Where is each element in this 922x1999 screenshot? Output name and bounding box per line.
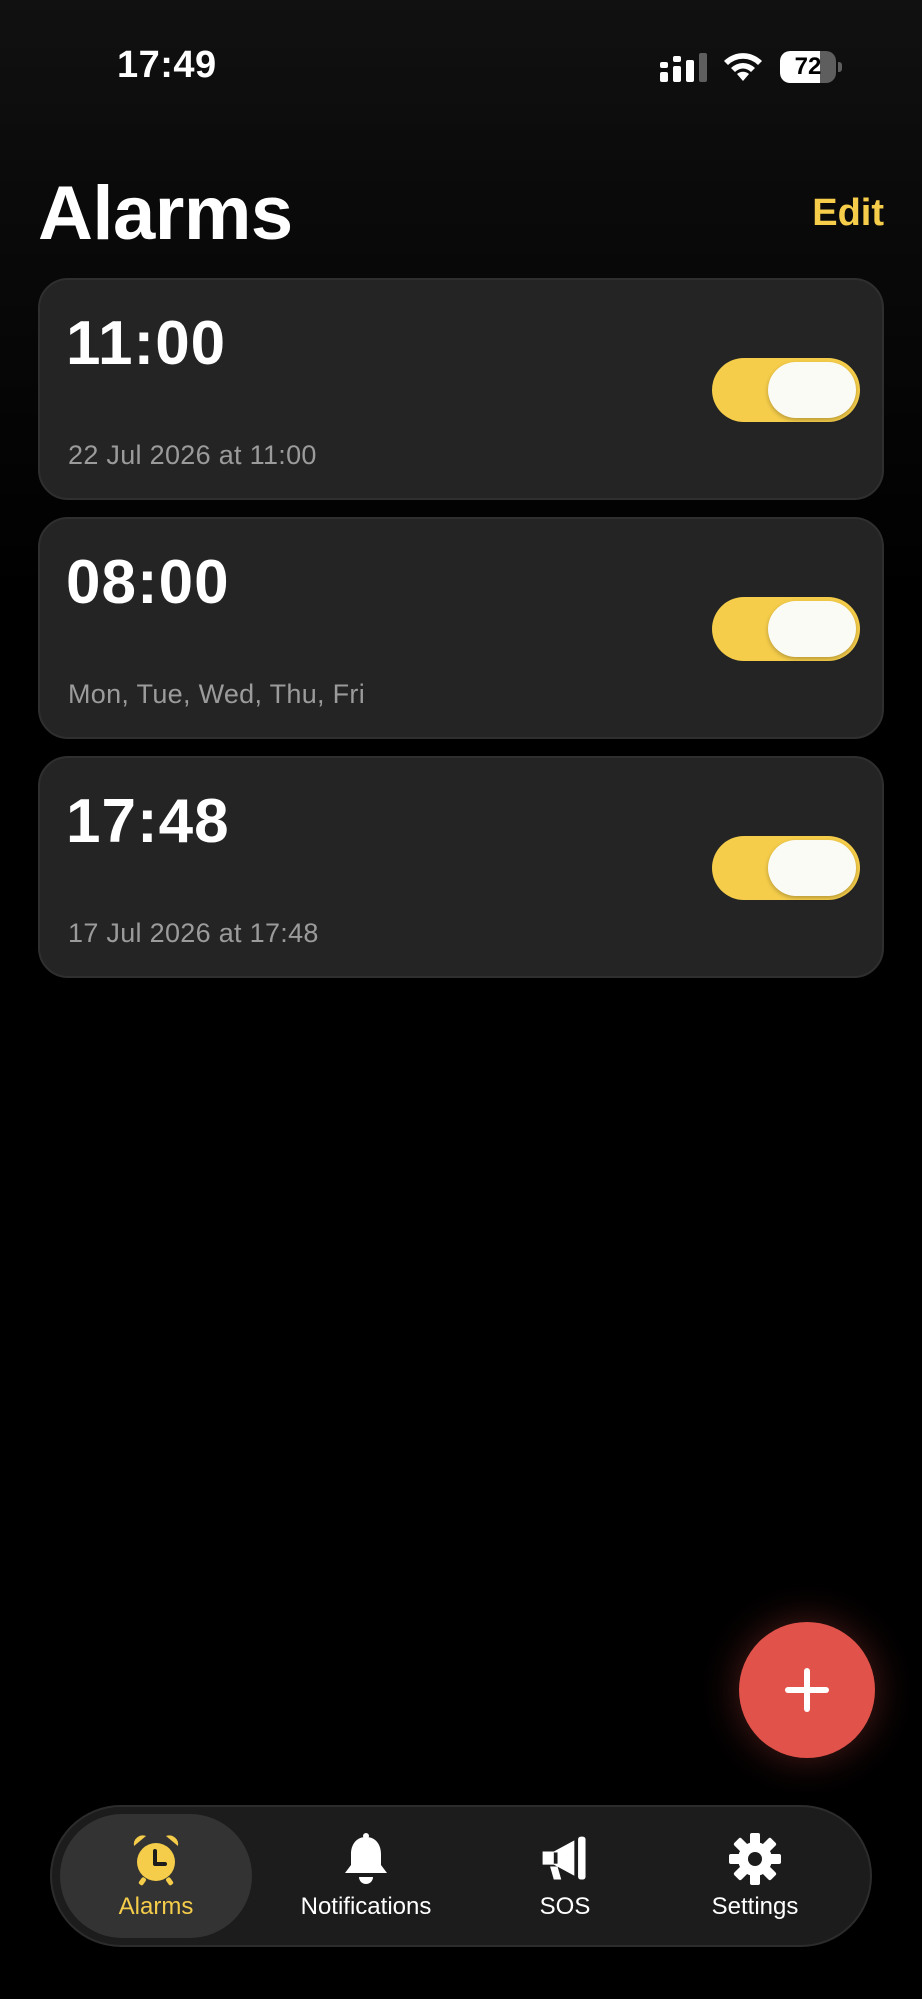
cellular-signal-icon <box>660 53 707 82</box>
tab-bar: Alarms Notifications SOS Settings <box>50 1805 872 1947</box>
alarms-screen: 17:49 72 Alarms Edit 11:00 22 Jul 2026 a… <box>0 0 922 1999</box>
status-time: 17:49 <box>117 44 217 86</box>
tab-label: Alarms <box>118 1893 194 1920</box>
alarm-toggle[interactable] <box>712 597 860 661</box>
alarm-clock-icon <box>133 1835 179 1886</box>
status-bar: 17:49 72 <box>0 0 922 130</box>
tab-sos[interactable]: SOS <box>480 1814 650 1938</box>
alarm-schedule: 22 Jul 2026 at 11:00 <box>68 440 317 470</box>
tab-alarms[interactable]: Alarms <box>60 1814 252 1938</box>
alarm-time: 17:48 <box>66 787 230 856</box>
toggle-knob <box>768 840 856 896</box>
alarm-schedule: Mon, Tue, Wed, Thu, Fri <box>68 679 366 709</box>
gear-icon <box>729 1833 781 1885</box>
toggle-knob <box>768 601 856 657</box>
battery-indicator: 72 <box>780 51 842 83</box>
tab-label: SOS <box>539 1893 591 1920</box>
alarm-card[interactable]: 11:00 22 Jul 2026 at 11:00 <box>38 278 884 500</box>
alarm-list: 11:00 22 Jul 2026 at 11:00 08:00 Mon, Tu… <box>38 278 884 995</box>
edit-button[interactable]: Edit <box>812 192 884 235</box>
alarm-toggle[interactable] <box>712 836 860 900</box>
megaphone-icon <box>542 1836 586 1880</box>
tab-label: Settings <box>711 1893 799 1920</box>
toggle-knob <box>768 362 856 418</box>
page-title: Alarms <box>38 171 293 256</box>
plus-icon <box>785 1668 829 1712</box>
tab-settings[interactable]: Settings <box>650 1814 860 1938</box>
alarm-toggle[interactable] <box>712 358 860 422</box>
bell-icon <box>345 1833 387 1884</box>
wifi-icon <box>724 53 762 81</box>
battery-level: 72 <box>794 53 822 80</box>
alarm-schedule: 17 Jul 2026 at 17:48 <box>68 918 319 948</box>
tab-label: Notifications <box>300 1893 432 1920</box>
alarm-time: 08:00 <box>66 548 230 617</box>
alarm-time: 11:00 <box>66 309 227 378</box>
tab-notifications[interactable]: Notifications <box>252 1814 480 1938</box>
alarm-card[interactable]: 08:00 Mon, Tue, Wed, Thu, Fri <box>38 517 884 739</box>
add-alarm-button[interactable] <box>739 1622 875 1758</box>
alarm-card[interactable]: 17:48 17 Jul 2026 at 17:48 <box>38 756 884 978</box>
